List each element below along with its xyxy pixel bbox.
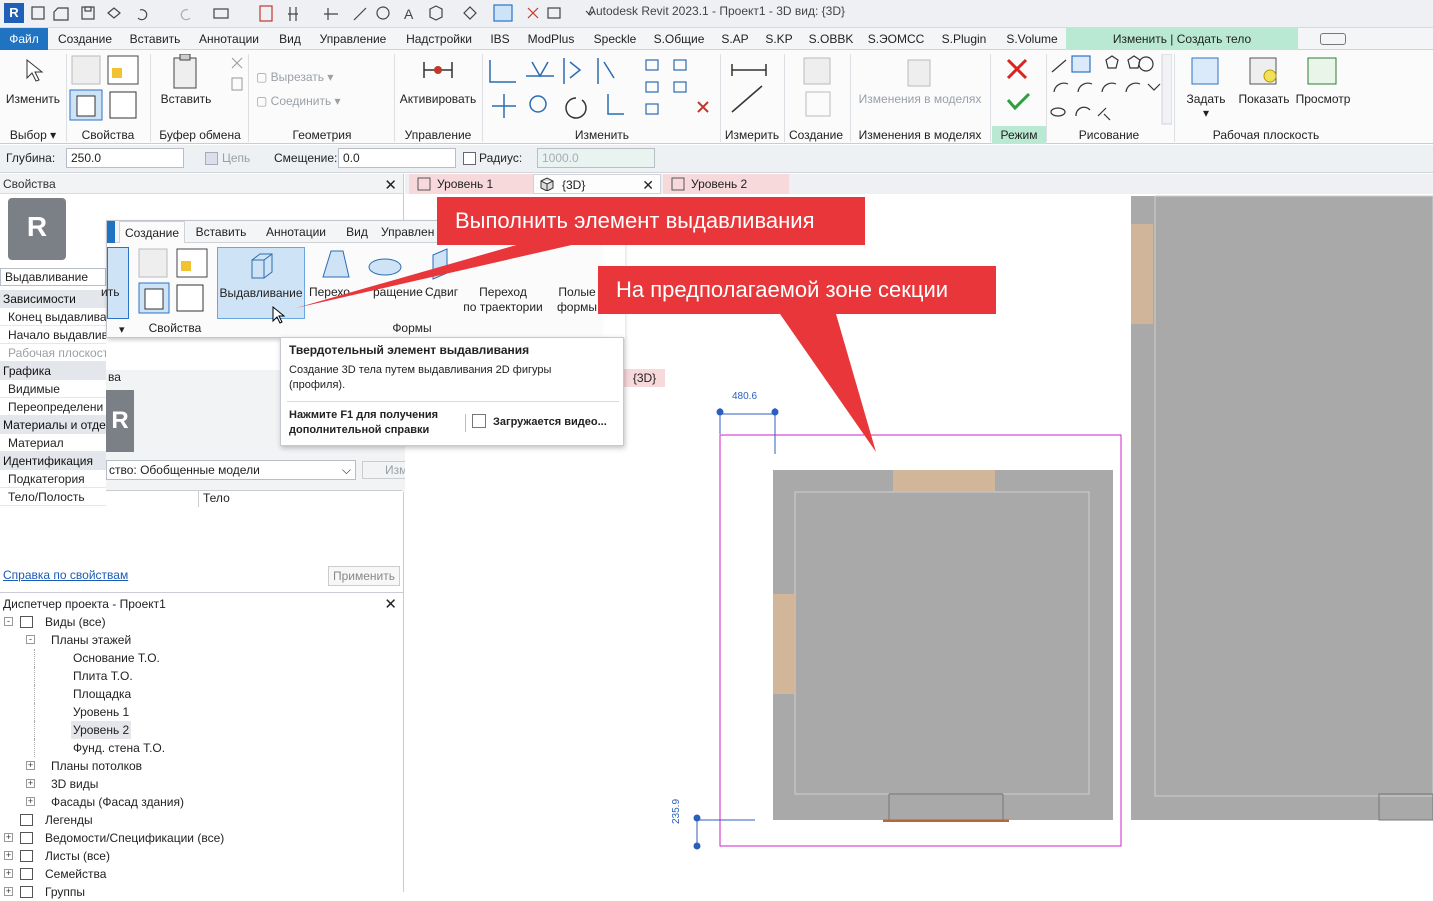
callout-section-zone: На предполагаемой зоне секции xyxy=(598,266,996,314)
callout-arrows xyxy=(296,244,876,452)
callout-run-extrusion: Выполнить элемент выдавливания xyxy=(437,197,865,245)
callout-arrow-1 xyxy=(296,244,576,308)
callout-arrow-2 xyxy=(780,314,876,452)
